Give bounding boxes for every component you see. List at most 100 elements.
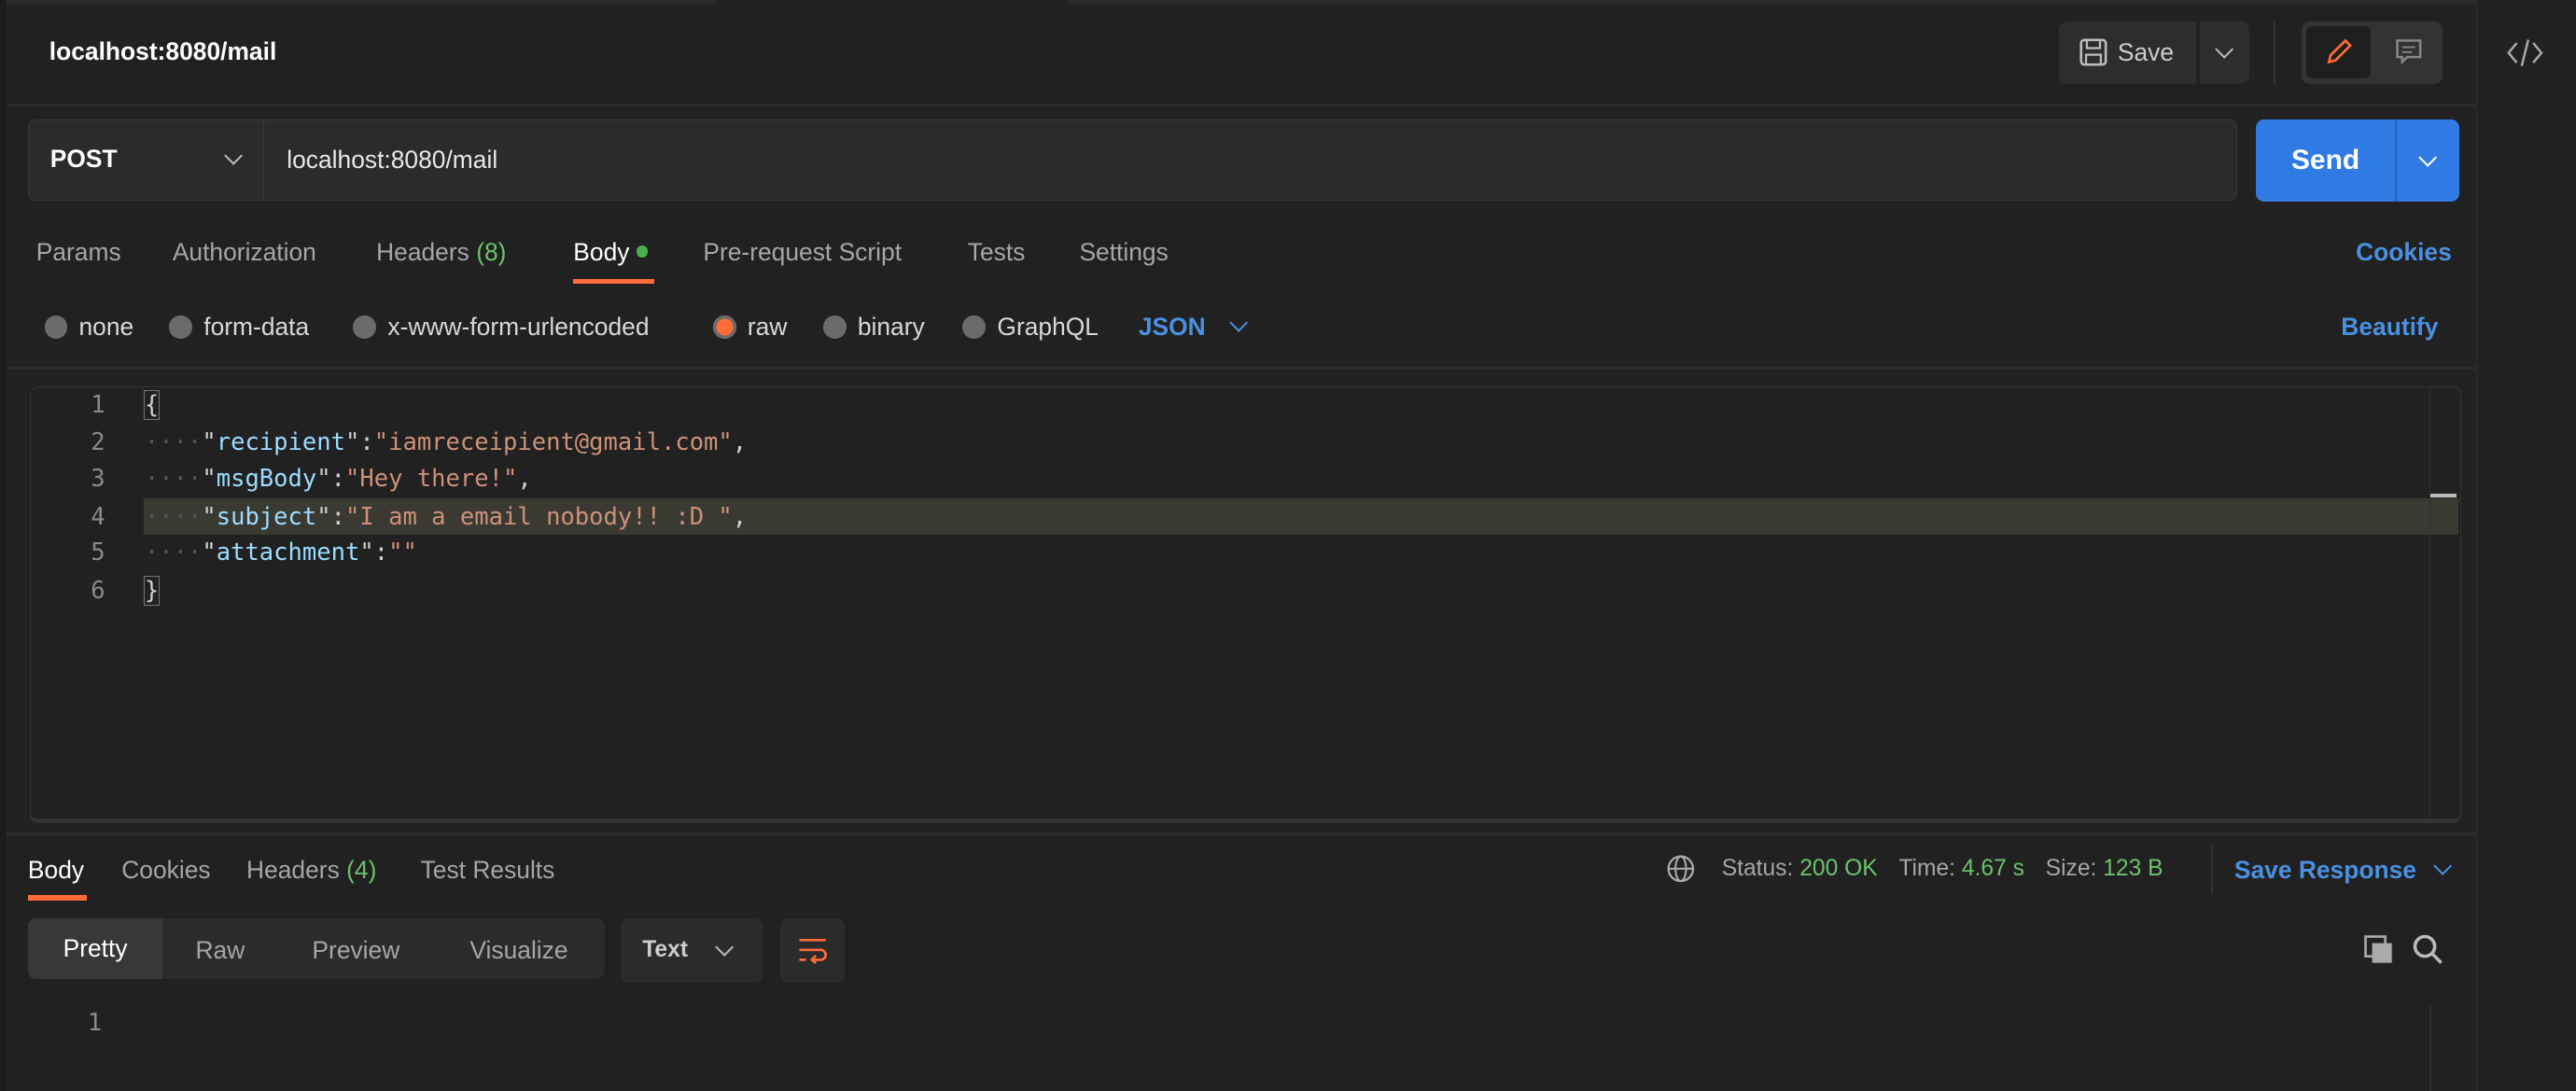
copy-button[interactable] (2362, 933, 2395, 972)
response-tab-test-results[interactable]: Test Results (421, 856, 555, 885)
copy-icon (2364, 934, 2392, 963)
comment-icon (2395, 39, 2421, 65)
code-snippet-button[interactable] (2507, 36, 2543, 76)
tab-tests[interactable]: Tests (968, 238, 1026, 267)
globe-icon (1667, 855, 1695, 883)
radio-label: GraphQL (997, 312, 1099, 341)
size-value[interactable]: 123 B (2103, 856, 2163, 881)
view-mode-group: Pretty Raw Preview Visualize (27, 917, 605, 980)
right-sidebar-divider (2475, 0, 2478, 1091)
response-format-select[interactable]: Text (621, 917, 763, 983)
save-response-button[interactable]: Save Response (2233, 856, 2453, 885)
save-response-label: Save Response (2233, 856, 2416, 885)
save-options-button[interactable] (2199, 21, 2249, 84)
response-tab-headers[interactable]: Headers (4) (246, 856, 376, 885)
json-value: Hey there! (359, 465, 503, 494)
open-brace: { (143, 389, 161, 420)
line-number: 4 (91, 502, 105, 531)
radio-circle (44, 315, 68, 339)
send-options-button[interactable] (2397, 119, 2459, 202)
radio-label: binary (857, 312, 925, 341)
method-label: POST (49, 145, 118, 174)
radio-label: form-data (203, 312, 310, 341)
search-button[interactable] (2412, 933, 2444, 972)
json-key: msgBody (216, 465, 317, 494)
beautify-link[interactable]: Beautify (2341, 312, 2438, 342)
code-line: ····"attachment":"" (144, 539, 417, 567)
editor-scrollbar[interactable] (2429, 386, 2431, 821)
tab-label: Authorization (172, 238, 316, 267)
network-globe-button[interactable] (1666, 854, 1696, 890)
edit-mode-button[interactable] (2306, 26, 2371, 79)
json-value: I am a email nobody!! :D (359, 502, 719, 531)
comments-button[interactable] (2381, 26, 2437, 78)
postman-request-view: localhost:8080/mail Save POST localhost:… (0, 0, 2576, 1091)
radio-graphql[interactable]: GraphQL (962, 312, 1099, 342)
radio-x-www-form-urlencoded[interactable]: x-www-form-urlencoded (353, 312, 650, 342)
mode-toggle (2302, 21, 2443, 84)
line-number: 3 (91, 465, 105, 494)
radio-circle (822, 315, 847, 339)
tab-label: Tests (967, 238, 1026, 267)
format-select[interactable]: JSON (1139, 312, 1249, 342)
status-value[interactable]: 200 OK (1799, 856, 1878, 881)
scroll-marker (2430, 494, 2457, 497)
view-mode-pretty[interactable]: Pretty (27, 917, 163, 980)
active-tab-underline (27, 895, 88, 901)
response-tab-cookies[interactable]: Cookies (121, 856, 210, 885)
code-line: ····"recipient":"iamreceipient@gmail.com… (144, 428, 748, 457)
tab-authorization[interactable]: Authorization (173, 238, 316, 267)
chevron-down-icon (2418, 147, 2438, 168)
response-line-number: 1 (87, 1008, 103, 1037)
send-button[interactable]: Send (2256, 119, 2396, 202)
divider (7, 103, 2476, 107)
request-title[interactable]: localhost:8080/mail (49, 37, 276, 66)
tab-body[interactable]: Body (573, 238, 649, 267)
tab-label: Params (35, 238, 121, 267)
url-input[interactable]: localhost:8080/mail (287, 146, 497, 175)
tab-settings[interactable]: Settings (1079, 238, 1168, 267)
wrap-lines-button[interactable] (780, 917, 845, 983)
save-icon (2079, 38, 2107, 66)
search-icon (2413, 934, 2443, 964)
view-mode-raw[interactable]: Raw (195, 936, 245, 965)
radio-binary[interactable]: binary (822, 312, 925, 342)
tab-headers[interactable]: Headers (8) (376, 238, 506, 267)
line-number: 6 (91, 576, 105, 605)
tab-pre-request-script[interactable]: Pre-request Script (703, 238, 902, 267)
radio-label: none (78, 312, 134, 341)
response-tab-body[interactable]: Body (28, 856, 84, 885)
radio-circle (962, 315, 987, 339)
save-button[interactable]: Save (2058, 21, 2197, 84)
divider (7, 366, 2476, 371)
radio-label: raw (747, 312, 788, 341)
pane-resize-handle[interactable] (7, 831, 2476, 836)
radio-circle (169, 315, 192, 339)
radio-form-data[interactable]: form-data (169, 312, 309, 342)
code-line: { (143, 389, 161, 420)
view-mode-visualize[interactable]: Visualize (469, 936, 567, 965)
response-meta: Status: 200 OK Time: 4.67 s Size: 123 B (1722, 856, 2163, 882)
comma: , (732, 502, 748, 531)
left-edge (0, 0, 7, 1091)
save-label: Save (2117, 37, 2175, 66)
json-key: subject (216, 502, 317, 531)
view-mode-preview[interactable]: Preview (312, 936, 399, 965)
cookies-link[interactable]: Cookies (2356, 238, 2452, 267)
divider (2274, 21, 2275, 84)
chevron-down-icon (2215, 39, 2234, 59)
code-line: ····"msgBody":"Hey there!", (144, 465, 532, 494)
radio-label: x-www-form-urlencoded (387, 312, 650, 341)
method-select[interactable]: POST (29, 120, 264, 199)
radio-raw[interactable]: raw (712, 312, 788, 342)
time-value[interactable]: 4.67 s (1962, 856, 2024, 881)
chevron-down-icon (2433, 857, 2453, 876)
headers-count: (8) (476, 238, 507, 267)
body-indicator-dot (636, 245, 649, 258)
url-bar: POST localhost:8080/mail (27, 119, 2238, 201)
code-line: ····"subject":"I am a email nobody!! :D … (144, 502, 748, 531)
response-scrollbar[interactable] (2429, 1005, 2432, 1091)
tab-params[interactable]: Params (36, 238, 121, 267)
headers-count: (4) (346, 856, 377, 885)
radio-none[interactable]: none (44, 312, 134, 342)
